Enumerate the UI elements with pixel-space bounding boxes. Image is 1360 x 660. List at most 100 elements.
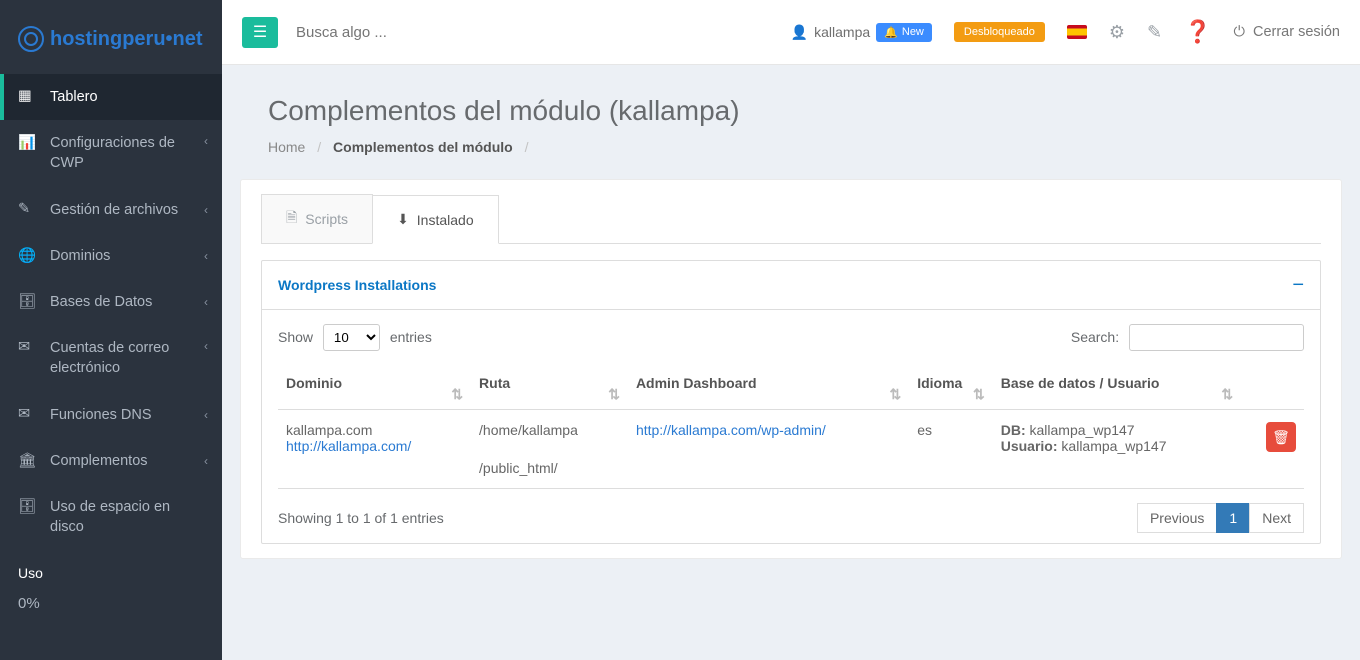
- bars-icon: ☰: [253, 22, 267, 42]
- page-header: Complementos del módulo (kallampa) Home …: [222, 65, 1360, 169]
- sort-icon: ⇅: [1221, 386, 1233, 403]
- username-label: kallampa: [814, 24, 870, 40]
- panel-title[interactable]: Wordpress Installations: [278, 277, 436, 293]
- brand-mark-icon: [18, 26, 44, 52]
- tab-installed[interactable]: ⬇ Instalado: [372, 195, 499, 244]
- cell-domain: kallampa.com: [286, 422, 463, 438]
- chart-icon: 📊: [18, 134, 36, 152]
- usage-heading: Uso: [0, 551, 222, 595]
- sidebar-item-5[interactable]: ✉Cuentas de correo electrónico‹: [0, 325, 222, 392]
- power-icon: ⏻: [1233, 24, 1244, 40]
- entries-select[interactable]: 102550100: [323, 324, 380, 351]
- th-2[interactable]: Admin Dashboard⇅: [628, 365, 909, 410]
- trash-icon: 🗑: [1272, 429, 1290, 446]
- domain-link[interactable]: http://kallampa.com/: [286, 438, 411, 454]
- panel-header: Wordpress Installations −: [262, 261, 1320, 310]
- bell-icon: 🔔: [884, 26, 898, 39]
- cell-path-1: /home/kallampa: [479, 422, 620, 438]
- sidebar-item-label: Funciones DNS: [50, 407, 152, 423]
- chevron-left-icon: ‹: [204, 454, 208, 468]
- cell-lang: es: [909, 410, 993, 489]
- sidebar-item-1[interactable]: 📊 Configuraciones de CWP‹: [0, 120, 222, 187]
- edit-icon: ✎: [18, 201, 36, 219]
- db-value: kallampa_wp147: [1030, 422, 1135, 438]
- mail-icon: ✉: [18, 339, 36, 357]
- brand-logo: hostingperu•net: [0, 0, 222, 74]
- flag-es-icon[interactable]: [1067, 25, 1087, 39]
- delete-button[interactable]: 🗑: [1266, 422, 1296, 452]
- sidebar-item-label: Bases de Datos: [50, 294, 152, 310]
- global-search-input[interactable]: [296, 24, 556, 41]
- user-value: kallampa_wp147: [1061, 438, 1166, 454]
- sort-icon: ⇅: [973, 386, 985, 403]
- brand-text: hostingperu•net: [50, 28, 203, 51]
- sidebar-item-label: Cuentas de correo electrónico: [50, 339, 204, 378]
- settings-icon[interactable]: ⚙: [1109, 22, 1125, 43]
- sidebar-item-7[interactable]: 🏛 Complementos ‹: [0, 438, 222, 484]
- chevron-left-icon: ‹: [204, 249, 208, 263]
- unlocked-badge[interactable]: Desbloqueado: [954, 22, 1045, 42]
- crumb-home[interactable]: Home: [268, 139, 305, 155]
- page-title: Complementos del módulo (kallampa): [268, 95, 1314, 127]
- sidebar-item-3[interactable]: 🌐 Dominios ‹: [0, 233, 222, 279]
- show-label: Show: [278, 329, 313, 345]
- pagination: Previous 1 Next: [1137, 503, 1304, 533]
- content-card: 🗎 Scripts ⬇ Instalado Wordpress Installa…: [240, 179, 1342, 559]
- sidebar-item-6[interactable]: ✉ Funciones DNS ‹: [0, 392, 222, 438]
- sidebar-nav: ▦Tablero📊Configuraciones de CWP‹✎Gestión…: [0, 74, 222, 551]
- globe-icon: 🌐: [18, 247, 36, 265]
- help-icon[interactable]: ❓: [1184, 19, 1211, 45]
- mail-icon: ✉: [18, 406, 36, 424]
- chevron-left-icon: ‹: [204, 134, 208, 148]
- tab-installed-label: Instalado: [417, 212, 474, 228]
- sort-icon: ⇅: [889, 386, 901, 403]
- logout-label: Cerrar sesión: [1253, 24, 1340, 40]
- sidebar-item-label: Complementos: [50, 453, 148, 469]
- collapse-icon[interactable]: −: [1292, 275, 1304, 295]
- logout-button[interactable]: ⏻ Cerrar sesión: [1233, 24, 1340, 40]
- chevron-left-icon: ‹: [204, 295, 208, 309]
- sidebar-item-4[interactable]: 🗄 Bases de Datos ‹: [0, 279, 222, 325]
- sidebar-item-8[interactable]: 🗄Uso de espacio en disco: [0, 484, 222, 551]
- chevron-left-icon: ‹: [204, 408, 208, 422]
- page-prev[interactable]: Previous: [1137, 503, 1217, 533]
- admin-dashboard-link[interactable]: http://kallampa.com/wp-admin/: [636, 422, 826, 438]
- search-control: Search:: [1071, 324, 1304, 351]
- th-3[interactable]: Idioma⇅: [909, 365, 993, 410]
- crumb-sep: /: [317, 139, 321, 155]
- sidebar-item-2[interactable]: ✎Gestión de archivos‹: [0, 187, 222, 233]
- sidebar-toggle-button[interactable]: ☰: [242, 17, 278, 48]
- user-chip[interactable]: 👤 kallampa 🔔 New: [791, 23, 932, 42]
- db-icon: 🗄: [18, 498, 36, 516]
- tab-scripts-label: Scripts: [305, 211, 348, 227]
- db-icon: 🗄: [18, 293, 36, 311]
- brush-icon[interactable]: ✎: [1147, 22, 1162, 43]
- th-1[interactable]: Ruta⇅: [471, 365, 628, 410]
- th-4[interactable]: Base de datos / Usuario⇅: [993, 365, 1241, 410]
- sort-icon: ⇅: [608, 386, 620, 403]
- usage-value: 0%: [0, 595, 222, 626]
- sidebar-item-0[interactable]: ▦ Tablero: [0, 74, 222, 120]
- top-navbar: ☰ 👤 kallampa 🔔 New Desbloqueado ⚙ ✎ ❓: [222, 0, 1360, 65]
- breadcrumb: Home / Complementos del módulo /: [268, 139, 1314, 155]
- page-1[interactable]: 1: [1216, 503, 1250, 533]
- crumb-current: Complementos del módulo: [333, 139, 513, 155]
- new-badge: 🔔 New: [876, 23, 932, 42]
- crumb-sep: /: [525, 139, 529, 155]
- chevron-left-icon: ‹: [204, 203, 208, 217]
- sidebar-item-label: Tablero: [50, 89, 98, 105]
- tab-scripts[interactable]: 🗎 Scripts: [261, 194, 373, 243]
- cell-path-2: /public_html/: [479, 460, 620, 476]
- download-icon: ⬇: [397, 211, 409, 228]
- wp-panel: Wordpress Installations − Show 102550100…: [261, 260, 1321, 544]
- th-0[interactable]: Dominio⇅: [278, 365, 471, 410]
- sidebar-item-label: Configuraciones de CWP: [50, 134, 204, 173]
- sort-icon: ⇅: [451, 386, 463, 403]
- dashboard-icon: ▦: [18, 88, 36, 106]
- script-icon: 🗎: [286, 207, 297, 231]
- table-search-input[interactable]: [1129, 324, 1304, 351]
- plugin-icon: 🏛: [18, 452, 36, 470]
- page-next[interactable]: Next: [1249, 503, 1304, 533]
- sidebar-item-label: Dominios: [50, 248, 110, 264]
- tab-bar: 🗎 Scripts ⬇ Instalado: [261, 194, 1321, 244]
